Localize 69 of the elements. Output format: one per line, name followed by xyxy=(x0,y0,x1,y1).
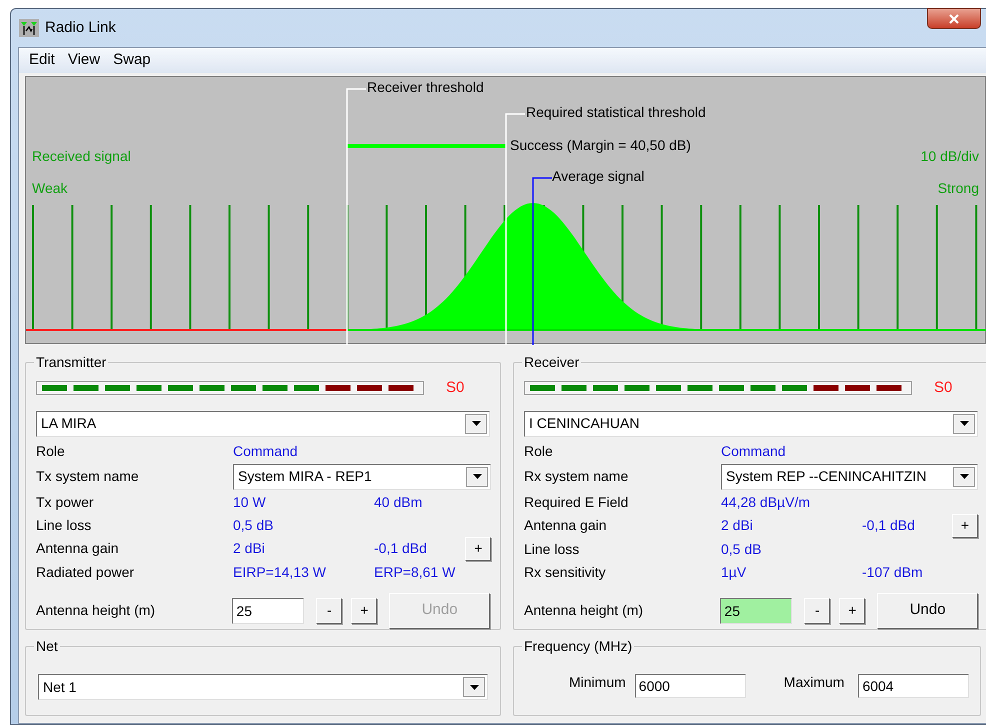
meter-reading: S0 xyxy=(446,378,464,398)
field-label: Rx sensitivity xyxy=(524,562,607,582)
menu-item[interactable]: Edit xyxy=(29,49,55,72)
system-dropdown[interactable]: System REP --CENINCAHITZIN xyxy=(721,464,978,490)
close-button[interactable] xyxy=(927,8,981,29)
field-value: Command xyxy=(721,442,787,460)
field-value: 0,5 dB xyxy=(233,516,274,534)
chart-label: Required statistical threshold xyxy=(526,105,706,119)
field-label: Minimum xyxy=(569,673,626,692)
dropdown-arrow-icon xyxy=(960,474,968,479)
field-value: EIRP=14,13 W xyxy=(233,562,327,582)
field-label: Antenna gain xyxy=(524,516,608,535)
antenna-icon xyxy=(19,19,39,37)
field-value: 10 W xyxy=(233,492,267,512)
field-value: 2 dBi xyxy=(233,539,266,558)
field-label: Role xyxy=(36,442,66,460)
field-label: Line loss xyxy=(36,516,92,534)
field-label: Antenna height (m) xyxy=(36,601,156,620)
field-value: 40 dBm xyxy=(374,492,424,512)
field-value: -0,1 dBd xyxy=(862,516,916,535)
undo-button[interactable]: Undo xyxy=(877,592,978,628)
antenna-height-field[interactable]: 25 xyxy=(232,598,304,624)
field-label: Maximum xyxy=(784,673,844,692)
dropdown-arrow-icon xyxy=(470,684,478,690)
increase-button[interactable]: + xyxy=(465,536,492,560)
field-value: ERP=8,61 W xyxy=(374,562,456,582)
system-dropdown[interactable]: System MIRA - REP1 xyxy=(233,464,492,490)
dropdown-arrow-icon xyxy=(472,474,482,479)
field-label: Line loss xyxy=(524,540,580,558)
field-label: Tx power xyxy=(36,492,95,512)
chart-label: Success (Margin = 40,50 dB) xyxy=(510,138,691,152)
field-label: Antenna gain xyxy=(36,539,120,558)
field-value: 1µV xyxy=(721,562,748,582)
chart-label: 10 dB/div xyxy=(920,149,979,163)
site-dropdown[interactable]: I CENINCAHUAN xyxy=(524,410,978,436)
field-value: -0,1 dBd xyxy=(374,539,428,558)
decrease-button[interactable]: - xyxy=(316,598,342,624)
increase-button[interactable]: + xyxy=(839,598,866,624)
chart-label: Received signal xyxy=(32,149,131,163)
field-label: Radiated power xyxy=(36,562,136,582)
decrease-button[interactable]: - xyxy=(804,598,830,624)
chart-label: Receiver threshold xyxy=(367,80,484,94)
chart-label: Weak xyxy=(32,181,68,195)
field-value: 0,5 dB xyxy=(721,540,762,558)
menu-item[interactable]: View xyxy=(68,49,100,72)
field-label: Tx system name xyxy=(36,467,140,486)
increase-button[interactable]: + xyxy=(351,598,378,624)
chart-label: Average signal xyxy=(552,169,644,183)
net-dropdown[interactable]: Net 1 xyxy=(38,674,488,700)
close-icon xyxy=(949,14,959,24)
maximum-field[interactable]: 6004 xyxy=(858,674,970,698)
increase-button[interactable]: + xyxy=(952,514,978,538)
field-label: Required E Field xyxy=(524,492,630,512)
field-value: Command xyxy=(233,442,299,460)
antenna-height-field[interactable]: 25 xyxy=(720,598,792,624)
field-label: Rx system name xyxy=(524,467,630,486)
meter-reading: S0 xyxy=(934,378,952,398)
field-label: Role xyxy=(524,442,554,460)
minimum-field[interactable]: 6000 xyxy=(634,674,746,698)
field-value: -107 dBm xyxy=(862,562,924,582)
dropdown-arrow-icon xyxy=(960,421,968,426)
chart-label: Strong xyxy=(938,181,979,195)
window-title: Radio Link xyxy=(45,18,116,38)
field-value: 2 dBi xyxy=(721,516,754,535)
site-dropdown[interactable]: LA MIRA xyxy=(36,410,490,436)
field-label: Antenna height (m) xyxy=(524,601,644,620)
dropdown-arrow-icon xyxy=(472,421,480,426)
field-value: 44,28 dBµV/m xyxy=(721,492,812,512)
menu-item[interactable]: Swap xyxy=(113,49,151,72)
